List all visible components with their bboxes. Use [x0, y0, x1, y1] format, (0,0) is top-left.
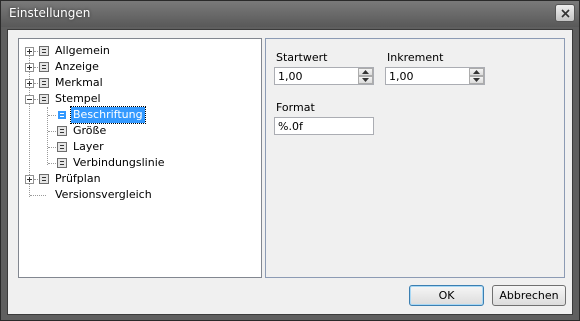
close-button[interactable] — [555, 4, 575, 22]
spin-down-button[interactable] — [469, 76, 484, 84]
tree-item-label: Anzeige — [55, 60, 99, 73]
tree-item-label: Größe — [73, 124, 107, 137]
expand-icon[interactable] — [25, 47, 34, 56]
inkrement-value[interactable]: 1,00 — [389, 70, 414, 83]
tree-item-label: Prüfplan — [55, 172, 101, 185]
tree-item-label: Verbindungslinie — [73, 156, 165, 169]
format-input[interactable]: %.0f — [274, 117, 374, 135]
arrow-down-icon — [473, 78, 480, 82]
tree-item-merkmal[interactable]: Merkmal — [19, 75, 259, 91]
spinner-buttons — [469, 68, 484, 84]
arrow-down-icon — [362, 78, 369, 82]
tree-item-label: Layer — [73, 140, 104, 153]
settings-dialog: Einstellungen Allgemein Anzeige Merkmal … — [0, 0, 580, 321]
spin-up-button[interactable] — [469, 68, 484, 76]
close-icon — [561, 9, 570, 18]
settings-panel: Startwert 1,00 Inkrement 1,00 Format %.0… — [265, 38, 565, 278]
tree-item-label: Merkmal — [55, 76, 103, 89]
tree-item-label: Stempel — [55, 92, 101, 105]
tree-item-label: Beschriftung — [70, 106, 146, 124]
inkrement-spinner[interactable]: 1,00 — [385, 67, 485, 85]
node-icon — [57, 126, 67, 136]
tree-item-groesse[interactable]: Größe — [19, 123, 259, 139]
spinner-buttons — [358, 68, 373, 84]
node-icon — [57, 158, 67, 168]
startwert-label: Startwert — [276, 51, 328, 64]
dialog-body: Allgemein Anzeige Merkmal Stempel Beschr… — [7, 29, 573, 315]
arrow-up-icon — [362, 70, 369, 74]
node-icon — [57, 110, 67, 120]
node-icon — [57, 142, 67, 152]
tree-item-allgemein[interactable]: Allgemein — [19, 43, 259, 59]
startwert-value[interactable]: 1,00 — [278, 70, 303, 83]
node-icon — [39, 78, 49, 88]
tree-item-stempel[interactable]: Stempel — [19, 91, 259, 107]
arrow-up-icon — [473, 70, 480, 74]
node-icon — [39, 46, 49, 56]
spin-down-button[interactable] — [358, 76, 373, 84]
inkrement-label: Inkrement — [387, 51, 444, 64]
format-label: Format — [276, 101, 315, 114]
title-bar[interactable]: Einstellungen — [1, 1, 579, 27]
tree-item-pruefplan[interactable]: Prüfplan — [19, 171, 259, 187]
tree-item-verbindungslinie[interactable]: Verbindungslinie — [19, 155, 259, 171]
expand-icon[interactable] — [25, 63, 34, 72]
tree-item-anzeige[interactable]: Anzeige — [19, 59, 259, 75]
cancel-button[interactable]: Abbrechen — [492, 285, 566, 306]
node-icon — [39, 62, 49, 72]
node-icon — [39, 174, 49, 184]
tree-item-beschriftung[interactable]: Beschriftung — [19, 106, 259, 124]
collapse-icon[interactable] — [25, 95, 34, 104]
startwert-spinner[interactable]: 1,00 — [274, 67, 374, 85]
format-value[interactable]: %.0f — [278, 120, 303, 133]
settings-tree[interactable]: Allgemein Anzeige Merkmal Stempel Beschr… — [18, 38, 262, 278]
expand-icon[interactable] — [25, 79, 34, 88]
expand-icon[interactable] — [25, 175, 34, 184]
node-icon — [39, 94, 49, 104]
spin-up-button[interactable] — [358, 68, 373, 76]
tree-item-versionsvergleich[interactable]: Versionsvergleich — [19, 187, 259, 203]
tree-item-label: Allgemein — [55, 44, 110, 57]
tree-item-layer[interactable]: Layer — [19, 139, 259, 155]
window-title: Einstellungen — [9, 6, 91, 20]
tree-item-label: Versionsvergleich — [55, 188, 152, 201]
ok-button[interactable]: OK — [409, 285, 484, 306]
